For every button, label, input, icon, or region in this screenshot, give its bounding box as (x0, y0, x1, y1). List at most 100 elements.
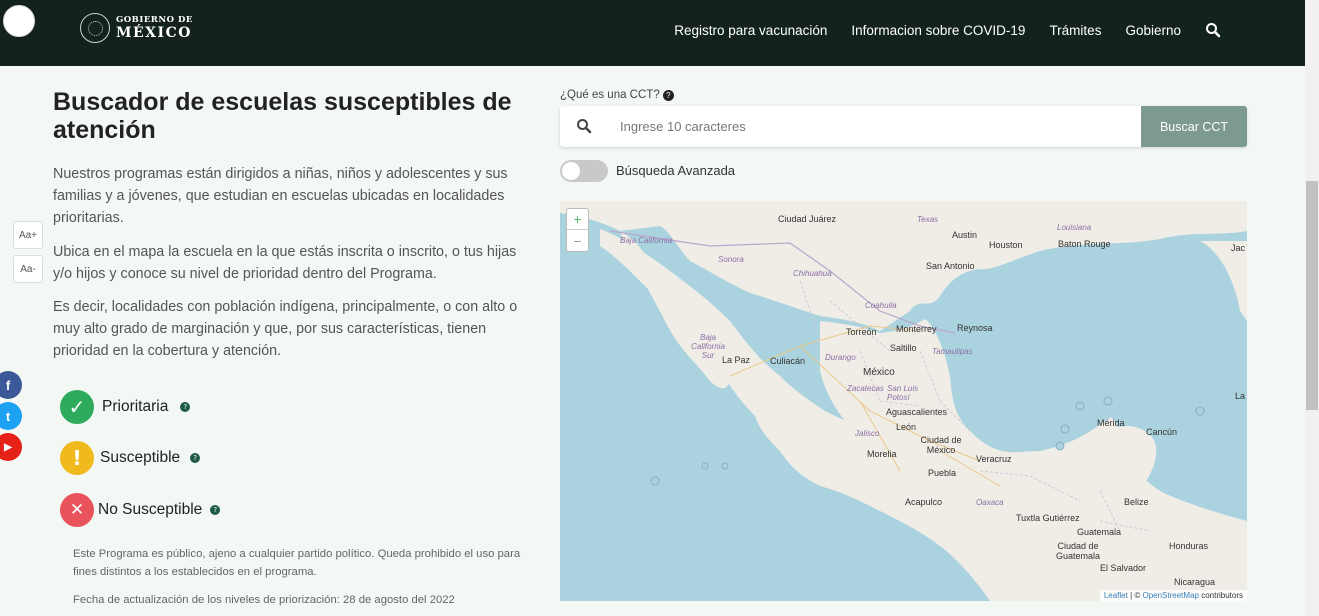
map-label: Oaxaca (976, 498, 1004, 507)
island (1075, 401, 1085, 411)
map-label: México (863, 367, 895, 378)
map-label: La Ha (1235, 391, 1247, 401)
map-label: Houston (989, 240, 1023, 250)
map-label: Culiacán (770, 356, 806, 366)
question-icon[interactable]: ? (662, 89, 674, 101)
exclamation-icon: ! (60, 441, 94, 475)
map-label: Belize (1124, 497, 1149, 507)
map-label: San Luis Potosí (887, 384, 919, 402)
map-label: Ciudad de México (920, 435, 962, 455)
update-date-text: Fecha de actualización de los niveles de… (73, 594, 455, 606)
advanced-search-label: Búsqueda Avanzada (616, 163, 736, 178)
help-icon[interactable]: ? (190, 453, 201, 463)
page-scrollbar[interactable] (1305, 0, 1319, 616)
help-icon[interactable]: ? (210, 505, 221, 515)
map-label: Mérida (1097, 418, 1125, 428)
main-nav: Registro para vacunación Informacion sob… (674, 22, 1221, 38)
map-label: San Antonio (926, 261, 975, 271)
logo-line1: GOBIERNO DE (116, 14, 193, 25)
toggle-knob (562, 162, 580, 180)
font-decrease-button[interactable]: Aa- (13, 255, 43, 283)
map-label: Tuxtla Gutiérrez (1016, 513, 1080, 523)
search-icon[interactable] (1205, 22, 1221, 38)
seal-icon (80, 13, 110, 43)
legend-label-susceptible: Susceptible (100, 449, 181, 466)
scrollbar-thumb[interactable] (1306, 181, 1318, 410)
island (721, 462, 729, 470)
advanced-search-toggle[interactable] (560, 160, 608, 182)
map-label: Texas (917, 215, 939, 224)
map-label: Sonora (718, 255, 744, 264)
nav-gobierno[interactable]: Gobierno (1125, 23, 1181, 38)
island (701, 462, 709, 470)
map-label: Monterrey (896, 324, 937, 334)
map-label: Guatemala (1077, 527, 1122, 537)
cct-question-label[interactable]: ¿Qué es una CCT? (560, 89, 660, 101)
leaflet-link[interactable]: Leaflet (1104, 591, 1128, 600)
map-label: Zacatecas (847, 384, 884, 393)
map-label: Ciudad Juárez (778, 214, 837, 224)
map-attribution: Leaflet | © OpenStreetMap contributors (1099, 590, 1247, 601)
map-label: Veracruz (976, 454, 1012, 464)
legend-susceptible: ! Susceptible? (60, 441, 201, 475)
map-label: Durango (825, 353, 856, 362)
map-label: Baja California (620, 236, 673, 245)
map-label: Saltillo (890, 343, 917, 353)
osm-link[interactable]: OpenStreetMap (1142, 591, 1198, 600)
legend-label-no-susceptible: No Susceptible (98, 501, 203, 518)
font-increase-button[interactable]: Aa+ (13, 221, 43, 249)
zoom-in-button[interactable]: + (567, 209, 588, 230)
map-label: Torreón (846, 327, 877, 337)
nav-registro-vacunacion[interactable]: Registro para vacunación (674, 23, 827, 38)
intro-paragraph-3: Es decir, localidades con población indí… (53, 299, 518, 359)
legend-label-prioritaria: Prioritaria (102, 398, 169, 415)
disclaimer-text: Este Programa es público, ajeno a cualqu… (73, 548, 521, 578)
map-label: Morelia (867, 449, 897, 459)
nav-informacion-covid[interactable]: Informacion sobre COVID-19 (851, 23, 1025, 38)
map-label: Louisiana (1057, 223, 1092, 232)
map-label: Jac (1231, 243, 1246, 253)
map-label: Acapulco (905, 497, 943, 507)
map-label: Tamaulipas (932, 347, 973, 356)
gobierno-mexico-logo[interactable]: GOBIERNO DE MÉXICO (80, 13, 193, 43)
top-navbar: GOBIERNO DE MÉXICO Registro para vacunac… (0, 0, 1305, 66)
map-label: Puebla (928, 468, 957, 478)
youtube-icon[interactable]: ▶ (0, 433, 22, 461)
island (1060, 424, 1070, 434)
facebook-icon[interactable]: f (0, 371, 22, 399)
land-florida (1200, 241, 1247, 321)
help-icon[interactable]: ? (180, 402, 191, 412)
cct-help-link[interactable]: ¿Qué es una CCT? ? (560, 89, 674, 101)
buscar-cct-button[interactable]: Buscar CCT (1141, 106, 1247, 147)
island (1195, 406, 1205, 416)
island (650, 476, 660, 486)
map-zoom-control: + − (566, 208, 589, 252)
map-label: El Salvador (1100, 563, 1147, 573)
intro-paragraph-2: Ubica en el mapa la escuela en la que es… (53, 244, 517, 282)
map-label: Austin (952, 230, 978, 240)
twitter-icon[interactable]: t (0, 402, 22, 430)
x-icon: ✕ (60, 493, 94, 527)
map-label: Honduras (1169, 541, 1209, 551)
page-title: Buscador de escuelas susceptibles de ate… (53, 88, 512, 144)
zoom-out-button[interactable]: − (567, 230, 588, 251)
site-logo-icon[interactable] (3, 5, 35, 37)
nav-tramites[interactable]: Trámites (1049, 23, 1101, 38)
check-icon: ✓ (60, 390, 94, 424)
map-label: Aguascalientes (886, 407, 948, 417)
island (1103, 396, 1113, 406)
legend-no-susceptible: ✕ No Susceptible? (60, 493, 221, 527)
cct-search-input[interactable] (620, 106, 1140, 147)
intro-paragraph-1: Nuestros programas están dirigidos a niñ… (53, 166, 508, 226)
map-label: La Paz (722, 355, 751, 365)
map-label: Cancún (1146, 427, 1178, 437)
map-label: Nicaragua (1174, 577, 1216, 587)
map-label: Reynosa (957, 323, 993, 333)
logo-line2: MÉXICO (116, 25, 192, 42)
schools-map[interactable]: + − Ciudad Juárez Texas Louisiana Austin… (560, 201, 1247, 601)
island (1055, 441, 1065, 451)
legend-prioritaria: ✓ Prioritaria? (60, 390, 191, 424)
map-label: Coahuila (865, 301, 897, 310)
map-label: Chihuahua (793, 269, 832, 278)
map-label: Baton Rouge (1058, 239, 1111, 249)
